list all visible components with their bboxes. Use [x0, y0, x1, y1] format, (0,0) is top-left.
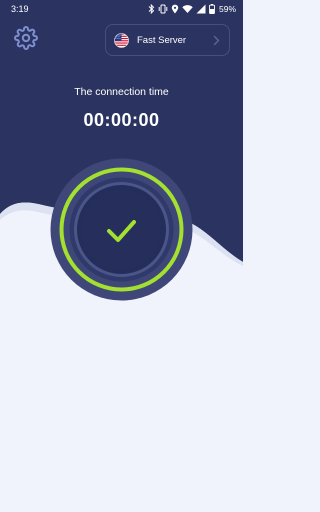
bluetooth-icon	[148, 3, 155, 14]
dial-center	[81, 189, 162, 270]
connect-button[interactable]	[50, 158, 193, 301]
status-bar: 3:19 59%	[0, 0, 243, 17]
connection-time-label: The connection time	[74, 86, 169, 98]
signal-icon	[196, 4, 206, 13]
wifi-icon	[182, 4, 193, 13]
location-icon	[171, 4, 179, 13]
server-select-button[interactable]: Fast Server	[105, 24, 230, 56]
us-flag-icon	[114, 33, 129, 48]
status-time: 3:19	[11, 4, 29, 14]
battery-percent: 59%	[218, 3, 236, 14]
battery-icon	[209, 3, 215, 14]
connection-timer: 00:00:00	[83, 110, 160, 130]
vibrate-icon	[158, 4, 168, 13]
gear-icon	[14, 26, 38, 50]
connect-dial	[50, 158, 193, 301]
chevron-right-icon	[213, 35, 220, 46]
server-label: Fast Server	[137, 35, 187, 46]
settings-button[interactable]	[14, 26, 38, 50]
status-icons: 59%	[148, 3, 236, 14]
